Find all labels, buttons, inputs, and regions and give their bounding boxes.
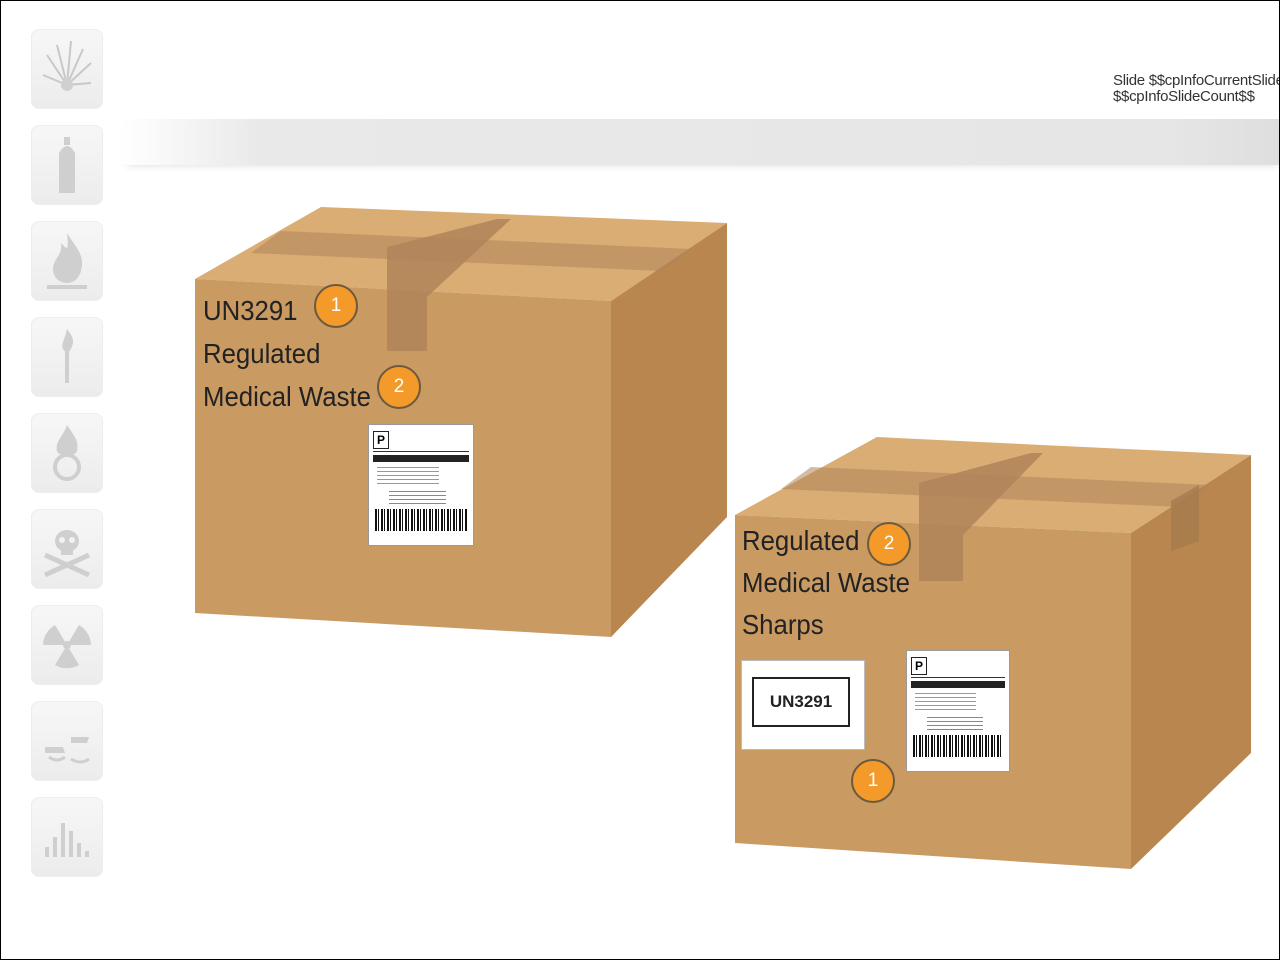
radioactive-icon[interactable] (31, 605, 103, 685)
box2-marker-1[interactable]: 1 (851, 759, 895, 803)
miscellaneous-icon[interactable] (31, 797, 103, 877)
box1-illustration (195, 207, 727, 637)
box2-text-regulated: Regulated (742, 525, 860, 556)
box2-shipping-label: P (907, 651, 1009, 771)
shipping-label-service-bar (373, 455, 469, 462)
slide-frame: Slide $$cpInfoCurrentSlide$$ of $$cpInfo… (0, 0, 1280, 960)
shipping-label-address (389, 491, 447, 507)
shipping-label-sender (377, 467, 440, 485)
toxic-skull-icon[interactable] (31, 509, 103, 589)
shipping-label-service-letter: P (911, 657, 927, 675)
un3291-label: UN3291 (742, 661, 864, 749)
oxidizer-icon[interactable] (31, 413, 103, 493)
shipping-label-service-bar (911, 681, 1005, 688)
box1-shipping-label: P (369, 425, 473, 545)
un3291-label-text: UN3291 (752, 677, 850, 727)
gas-cylinder-icon[interactable] (31, 125, 103, 205)
box1-marker-1[interactable]: 1 (314, 284, 358, 328)
corrosive-icon[interactable] (31, 701, 103, 781)
shipping-label-service-letter: P (373, 431, 389, 449)
box1-text-un3291: UN3291 (203, 295, 298, 326)
shipping-label-address (927, 717, 984, 733)
box1-text-regulated: Regulated (203, 338, 321, 369)
flammable-icon[interactable] (31, 221, 103, 301)
explosive-icon[interactable] (31, 29, 103, 109)
barcode (375, 509, 467, 531)
shipping-label-sender (915, 693, 977, 711)
slide-counter-line2: $$cpInfoSlideCount$$ (1113, 88, 1255, 105)
box2-text-medical-waste: Medical Waste (742, 567, 910, 598)
box1-marker-2[interactable]: 2 (377, 365, 421, 409)
slide-counter-line1: Slide $$cpInfoCurrentSlide$$ of (1113, 72, 1279, 89)
box2-text-sharps: Sharps (742, 609, 824, 640)
box1-text-medical-waste: Medical Waste (203, 381, 371, 412)
box2-marker-2[interactable]: 2 (867, 522, 911, 566)
slide-counter: Slide $$cpInfoCurrentSlide$$ of $$cpInfo… (1113, 72, 1279, 105)
flammable-solid-icon[interactable] (31, 317, 103, 397)
barcode (913, 735, 1003, 757)
header-bar (121, 119, 1279, 165)
